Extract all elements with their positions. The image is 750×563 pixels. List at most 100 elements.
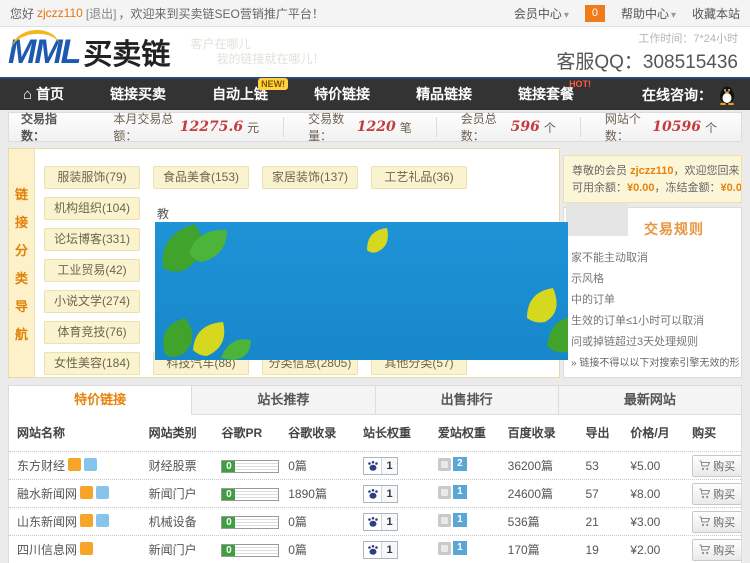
topbar-username: zjczz110	[37, 6, 83, 20]
site-category: 新闻门户	[149, 485, 222, 502]
service-qq: 客服QQ：308515436	[556, 47, 738, 74]
tab-item[interactable]: 站长推荐	[192, 385, 375, 415]
site-name[interactable]: 融水新闻网	[17, 485, 77, 502]
nav-item[interactable]: 链接买卖	[87, 79, 189, 110]
google-index-count: 0篇	[288, 541, 363, 558]
member-welcome-box: 尊敬的会员 zjczz110，欢迎您回来！[退出] 可用余额：¥0.00，冻结金…	[563, 155, 742, 203]
online-service[interactable]: 在线咨询：	[642, 79, 750, 110]
listing-tabs: 特价链接站长推荐出售排行最新网站	[8, 385, 742, 415]
google-pr-bar: 0	[221, 516, 279, 529]
price-per-month: ¥8.00	[630, 487, 692, 501]
banner-leaves-illustration	[155, 222, 568, 360]
buy-button[interactable]: 购买	[692, 539, 741, 561]
table-row: 山东新闻网 机械设备 0 0篇 1	[9, 507, 741, 535]
category-pill[interactable]: 女性美容(184)	[44, 352, 140, 375]
site-name[interactable]: 东方财经	[17, 457, 65, 474]
nav-badge: NEW!	[258, 78, 288, 90]
aizhan-weight-badge: 1	[438, 513, 467, 527]
stat-item: 本月交易总额：12275.6元	[89, 117, 283, 137]
paw-icon	[364, 516, 381, 528]
logo-mml-text: MML	[8, 33, 79, 71]
google-pr-bar: 0	[221, 488, 279, 501]
category-pill[interactable]: 服装服饰(79)	[44, 166, 140, 189]
paw-icon	[364, 488, 381, 500]
aizhan-icon	[438, 542, 451, 555]
webmaster-weight-badge: 1	[363, 541, 398, 559]
category-pill[interactable]: 论坛博客(331)	[44, 228, 140, 251]
promo-banner[interactable]	[155, 222, 568, 360]
aizhan-weight-badge: 2	[438, 457, 467, 471]
google-index-count: 1890篇	[288, 485, 363, 502]
favorite-site-link[interactable]: 收藏本站	[692, 5, 740, 22]
qq-penguin-icon	[718, 85, 736, 105]
orange-cert-icon	[80, 514, 93, 527]
site-category: 机械设备	[149, 513, 222, 530]
category-pill[interactable]: 工艺礼品(36)	[371, 166, 467, 189]
rule-item: » 链接不得以以下对搜索引擎无效的形式展示	[571, 353, 739, 374]
stat-item: 会员总数：596个	[436, 117, 580, 137]
col-header: 百度收录	[508, 424, 586, 441]
category-pill[interactable]: 家居装饰(137)	[262, 166, 358, 189]
logout-link[interactable]: [退出]	[86, 5, 117, 22]
col-header: 谷歌收录	[288, 424, 363, 441]
welcome-text: ，欢迎来到买卖链SEO营销推广平台！	[118, 5, 323, 22]
buy-button[interactable]: 购买	[692, 455, 741, 477]
site-name[interactable]: 山东新闻网	[17, 513, 77, 530]
nav-item[interactable]: 自动上链 NEW!	[189, 79, 291, 110]
site-badges	[77, 486, 109, 502]
stats-bar: 交易指数： 本月交易总额：12275.6元 交易数量：1220笔 会员总数：59…	[8, 112, 742, 142]
site-category: 财经股票	[149, 457, 222, 474]
chevron-down-icon: ▾	[564, 10, 569, 21]
aizhan-icon	[438, 514, 451, 527]
nav-item[interactable]: 特价链接	[291, 79, 393, 110]
webmaster-weight-badge: 1	[363, 485, 398, 503]
site-logo[interactable]: MML 买卖链	[8, 31, 170, 73]
buy-button[interactable]: 购买	[692, 483, 741, 505]
logo-cn-text: 买卖链	[83, 31, 170, 73]
cart-icon	[699, 516, 710, 527]
table-row: 融水新闻网 新闻门户 0 1890篇 1	[9, 479, 741, 507]
member-username: zjczz110	[630, 165, 673, 177]
tab-item[interactable]: 最新网站	[559, 385, 742, 415]
col-header: 爱站权重	[438, 424, 508, 441]
orange-cert-icon	[68, 458, 81, 471]
notification-badge[interactable]: 0	[585, 5, 605, 22]
category-nav-label: 链接分类导航	[9, 149, 35, 377]
google-pr-bar: 0	[221, 544, 279, 557]
category-pill[interactable]: 工业贸易(42)	[44, 259, 140, 282]
price-per-month: ¥3.00	[630, 515, 692, 529]
member-center-link[interactable]: 会员中心▾	[514, 5, 569, 22]
site-badges	[77, 514, 109, 530]
blue-cert-icon	[96, 514, 109, 527]
baidu-index-count: 170篇	[508, 541, 586, 558]
site-badges	[65, 458, 97, 474]
google-index-count: 0篇	[288, 513, 363, 530]
export-count: 53	[585, 459, 630, 473]
nav-badge: HOT!	[566, 78, 594, 90]
site-name[interactable]: 四川信息网	[17, 541, 77, 558]
category-pill[interactable]: 机构组织(104)	[44, 197, 140, 220]
table-row: 东方财经 财经股票 0 0篇 1	[9, 451, 741, 479]
col-header: 站长权重	[363, 424, 438, 441]
tab-item[interactable]: 出售排行	[376, 385, 559, 415]
col-header: 价格/月	[630, 424, 692, 441]
nav-items: ⌂首页 链接买卖 自动上链 NEW! 特价链接 精品链接 链接套餐 HOT!	[0, 79, 597, 110]
work-time: 工作时间：7*24小时	[556, 30, 738, 46]
help-center-link[interactable]: 帮助中心▾	[621, 5, 676, 22]
nav-item[interactable]: ⌂首页	[0, 79, 87, 110]
category-pill[interactable]: 食品美食(153)	[153, 166, 249, 189]
nav-item[interactable]: 链接套餐 HOT!	[495, 79, 597, 110]
category-pill[interactable]: 小说文学(274)	[44, 290, 140, 313]
stat-item: 网站个数：10596个	[580, 117, 741, 137]
buy-button[interactable]: 购买	[692, 511, 741, 533]
table-row: 四川信息网 新闻门户 0 0篇 1	[9, 535, 741, 563]
tab-active[interactable]: 特价链接	[8, 385, 192, 415]
blue-cert-icon	[84, 458, 97, 471]
google-index-count: 0篇	[288, 457, 363, 474]
greeting-text: 您好	[10, 5, 34, 22]
category-pill[interactable]: 体育竞技(76)	[44, 321, 140, 344]
nav-item[interactable]: 精品链接	[393, 79, 495, 110]
category-partial-text: 教	[157, 205, 169, 222]
col-header: 网站名称	[9, 424, 149, 441]
col-header: 谷歌PR	[221, 424, 288, 441]
